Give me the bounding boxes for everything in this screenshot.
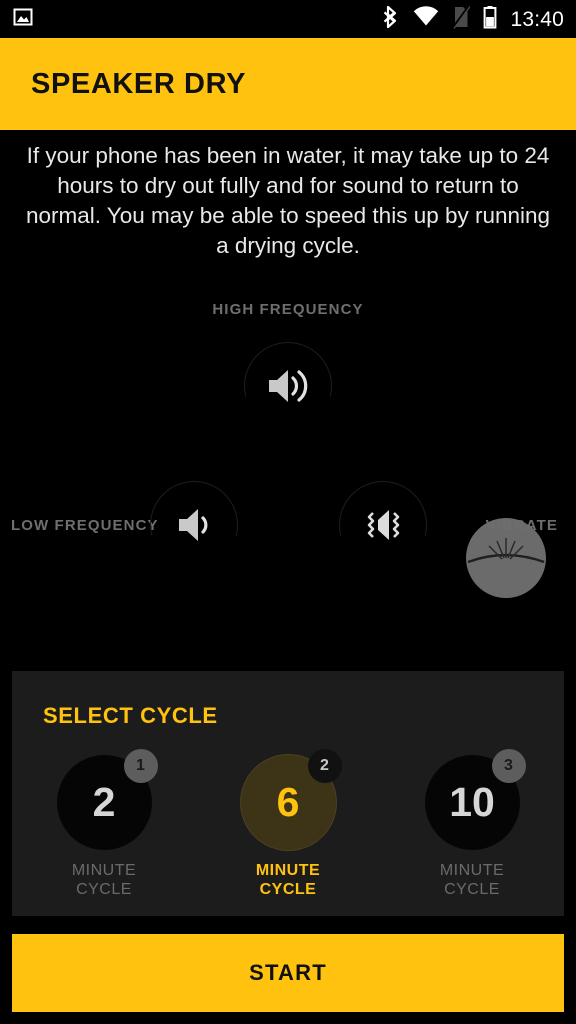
cycle-number: 10: [449, 779, 495, 825]
speaker-dry-screen: 13:40 SPEAKER DRY If your phone has been…: [0, 0, 576, 1024]
wifi-icon: [413, 5, 439, 33]
vibrate-label: VIBRATE: [485, 517, 558, 534]
cycle-number: 2: [92, 779, 116, 825]
select-cycle-title: SELECT CYCLE: [43, 703, 218, 728]
cycle-badge: 1: [123, 749, 158, 783]
cycle-label-line1: MINUTE: [255, 862, 321, 879]
cycle-label: MINUTE CYCLE: [256, 861, 320, 899]
status-bar: 13:40: [0, 0, 576, 38]
battery-icon: [483, 5, 497, 34]
cycle-option-2[interactable]: 2 1 MINUTE CYCLE: [29, 749, 179, 899]
cycle-label-line2: CYCLE: [259, 881, 317, 898]
cycle-label: MINUTE CYCLE: [72, 861, 136, 899]
status-bar-right: 13:40: [382, 4, 564, 34]
cycle-circle[interactable]: 10 3: [424, 749, 526, 850]
cycle-badge: 3: [491, 749, 526, 783]
cycle-option-6[interactable]: 6 2 MINUTE CYCLE: [213, 749, 363, 899]
cycle-circle[interactable]: 6 2: [240, 749, 342, 850]
status-bar-left: [12, 6, 34, 33]
cycle-label-line1: MINUTE: [439, 862, 505, 879]
drying-cycle-diagram: HIGH FREQUENCY LOW FREQUENCY VIBRATE: [0, 255, 576, 783]
bluetooth-icon: [382, 5, 400, 34]
image-icon: [12, 6, 34, 33]
high-frequency-label: HIGH FREQUENCY: [212, 301, 364, 318]
cycle-label: MINUTE CYCLE: [440, 861, 504, 899]
page-title: SPEAKER DRY: [31, 67, 247, 100]
vibrate-icon: [339, 481, 427, 569]
status-bar-clock: 13:40: [510, 7, 564, 31]
intro-description: If your phone has been in water, it may …: [25, 143, 551, 258]
cycle-label-line2: CYCLE: [76, 881, 132, 898]
cycle-label-line1: MINUTE: [71, 862, 137, 879]
cycle-label-line2: CYCLE: [444, 881, 500, 898]
cycle-number: 6: [276, 779, 300, 825]
cycle-option-10[interactable]: 10 3 MINUTE CYCLE: [397, 749, 547, 899]
start-button[interactable]: START: [12, 934, 564, 1012]
cycle-badge: 2: [307, 749, 342, 783]
cycle-circle[interactable]: 2 1: [56, 749, 158, 850]
low-frequency-label: LOW FREQUENCY: [11, 517, 159, 534]
cycle-options: 2 1 MINUTE CYCLE 6 2 MINUTE CYCLE 10 3 M…: [12, 749, 564, 899]
select-cycle-card: SELECT CYCLE 2 1 MINUTE CYCLE 6 2 MINUTE…: [12, 671, 564, 916]
speaker-high-volume-icon: [244, 342, 332, 430]
no-sim-icon: [452, 4, 472, 34]
app-header: SPEAKER DRY: [0, 38, 576, 130]
speaker-low-volume-icon: [150, 481, 238, 569]
